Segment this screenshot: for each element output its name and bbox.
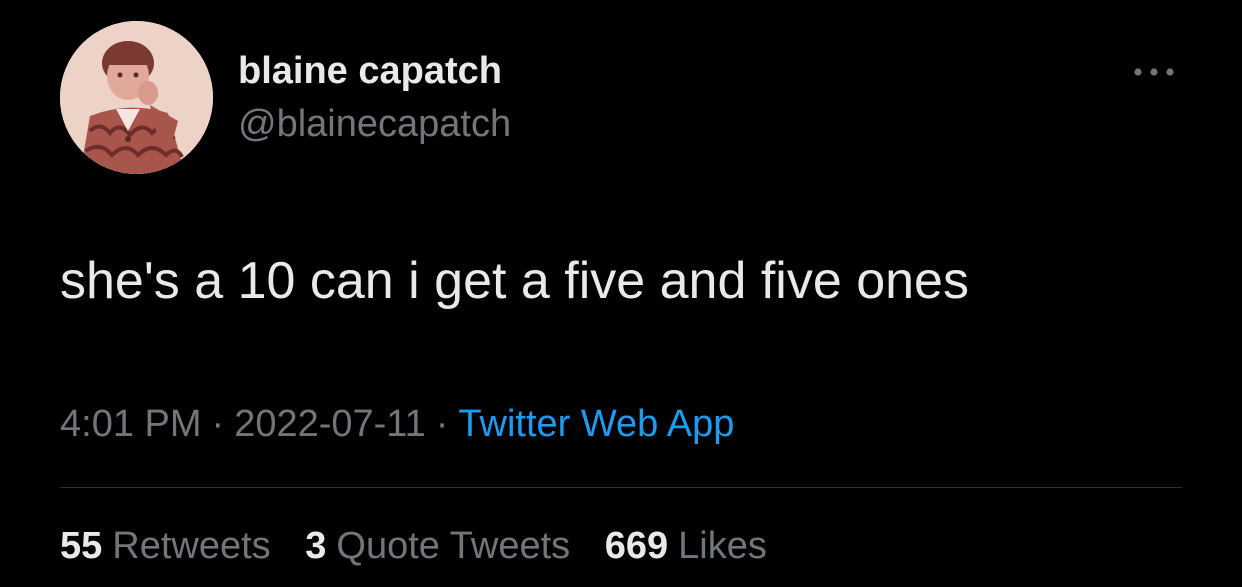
avatar[interactable] [60,21,213,174]
tweet-metadata: 4:01 PM · 2022-07-11 · Twitter Web App [60,400,734,448]
likes-label: Likes [678,525,767,567]
author-handle[interactable]: @blainecapatch [238,102,511,146]
retweets-stat[interactable]: 55 Retweets [60,525,271,567]
more-horizontal-icon[interactable] [1130,58,1178,86]
child-portrait-avatar-icon [60,21,213,174]
retweets-label: Retweets [112,525,271,567]
tweet-source-link[interactable]: Twitter Web App [458,403,734,445]
author-display-name[interactable]: blaine capatch [238,49,502,93]
likes-count: 669 [604,525,669,567]
quote-tweets-count: 3 [305,525,327,567]
engagement-stats: 55 Retweets 3 Quote Tweets 669 Likes [60,522,791,570]
tweet-text: she's a 10 can i get a five and five one… [60,252,969,310]
meta-separator: · [211,403,225,445]
tweet-time[interactable]: 4:01 PM [60,403,202,445]
tweet-detail: blaine capatch @blainecapatch she's a 10… [0,0,1242,587]
retweets-count: 55 [60,525,103,567]
tweet-date[interactable]: 2022-07-11 [234,403,426,445]
quote-tweets-stat[interactable]: 3 Quote Tweets [305,525,570,567]
quote-tweets-label: Quote Tweets [336,525,571,567]
meta-separator: · [435,403,449,445]
likes-stat[interactable]: 669 Likes [605,525,767,567]
divider [60,487,1182,488]
